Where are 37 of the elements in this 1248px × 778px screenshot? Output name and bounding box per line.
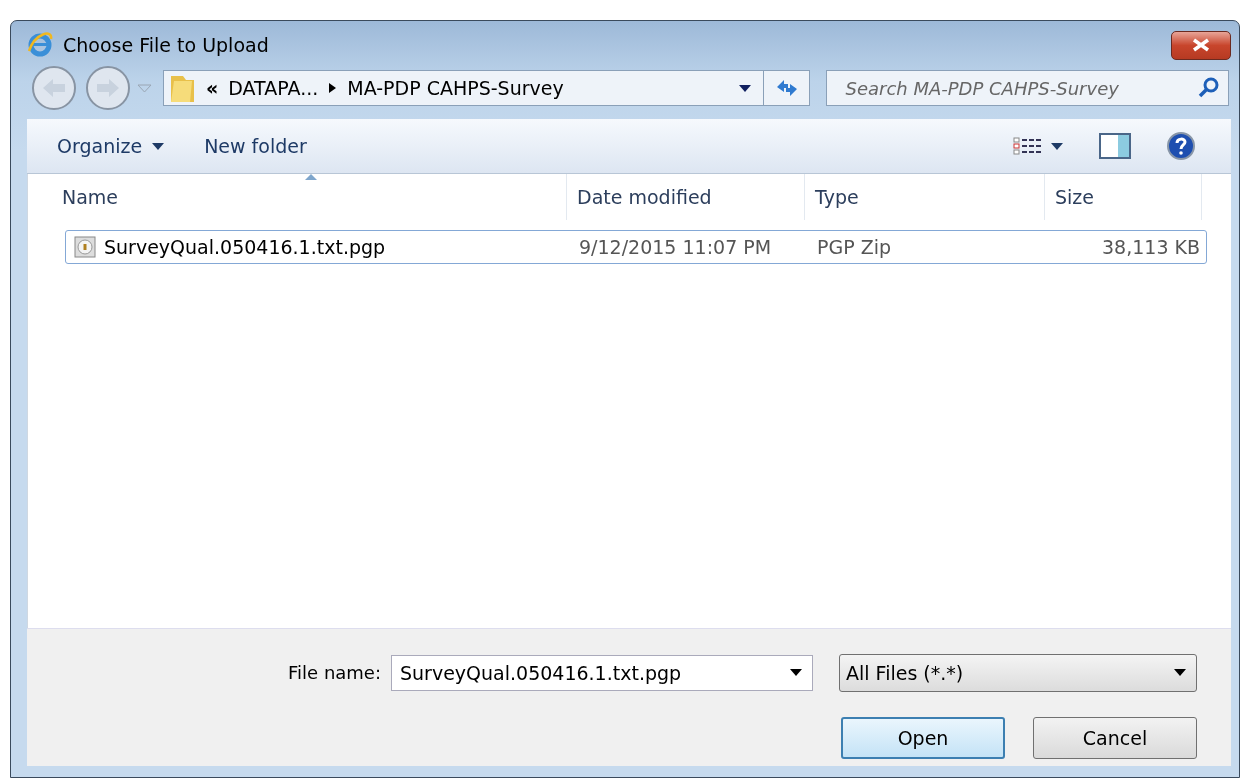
type-cell-text: PGP Zip — [816, 236, 893, 258]
caret-icon — [1174, 669, 1186, 677]
close-icon — [1191, 38, 1211, 52]
file-name: SurveyQual.050416.1.txt.pgp — [104, 236, 386, 258]
dialog-button[interactable]: Cancel — [1033, 717, 1197, 760]
toolbar-button[interactable]: New folder — [188, 129, 323, 163]
overflow-marker[interactable]: « — [206, 77, 219, 99]
window-title: Choose File to Upload — [63, 34, 270, 56]
caret-icon — [137, 82, 153, 93]
column-header[interactable]: Name — [62, 174, 567, 220]
size-cell-text: 38,113 KB — [1101, 236, 1201, 258]
address-bar[interactable]: « DATAPA... MA-PDP CAHPS-Survey — [163, 70, 811, 106]
close-button[interactable] — [1171, 30, 1231, 60]
file-type-dropdown[interactable]: All Files (*.*) — [839, 653, 1197, 692]
column-header[interactable]: Type — [805, 174, 1045, 220]
caret-icon — [1051, 142, 1063, 150]
caret-icon — [739, 84, 752, 92]
browser-logo-icon — [27, 31, 55, 59]
organize-menu-button[interactable]: Organize — [41, 129, 181, 163]
search-field[interactable]: Search MA-PDP CAHPS-Survey — [826, 70, 1229, 106]
locked-file-icon — [74, 236, 96, 258]
column-header[interactable]: Size — [1045, 174, 1202, 220]
caret-icon — [790, 669, 802, 677]
column-header[interactable]: Date modified — [567, 174, 805, 220]
help-icon — [1167, 132, 1195, 160]
search-icon — [1198, 77, 1220, 99]
separator-arrow-icon — [328, 82, 338, 94]
date-cell-text: 9/12/2015 11:07 PM — [578, 236, 773, 258]
dialog-button[interactable]: Open — [841, 717, 1006, 760]
file-name-field[interactable]: SurveyQual.050416.1.txt.pgp — [391, 654, 813, 691]
breadcrumb[interactable]: DATAPA... — [228, 77, 319, 99]
caret-icon — [152, 142, 165, 150]
preview-pane-icon — [1099, 133, 1131, 159]
file-name-label: File name: — [288, 662, 381, 684]
breadcrumb[interactable]: MA-PDP CAHPS-Survey — [347, 77, 564, 99]
details-view-icon — [1013, 137, 1041, 155]
file-row[interactable]: SurveyQual.050416.1.txt.pgp 9/12/2015 11:07 PM PGP Zip 38,113 KB — [65, 230, 1207, 264]
